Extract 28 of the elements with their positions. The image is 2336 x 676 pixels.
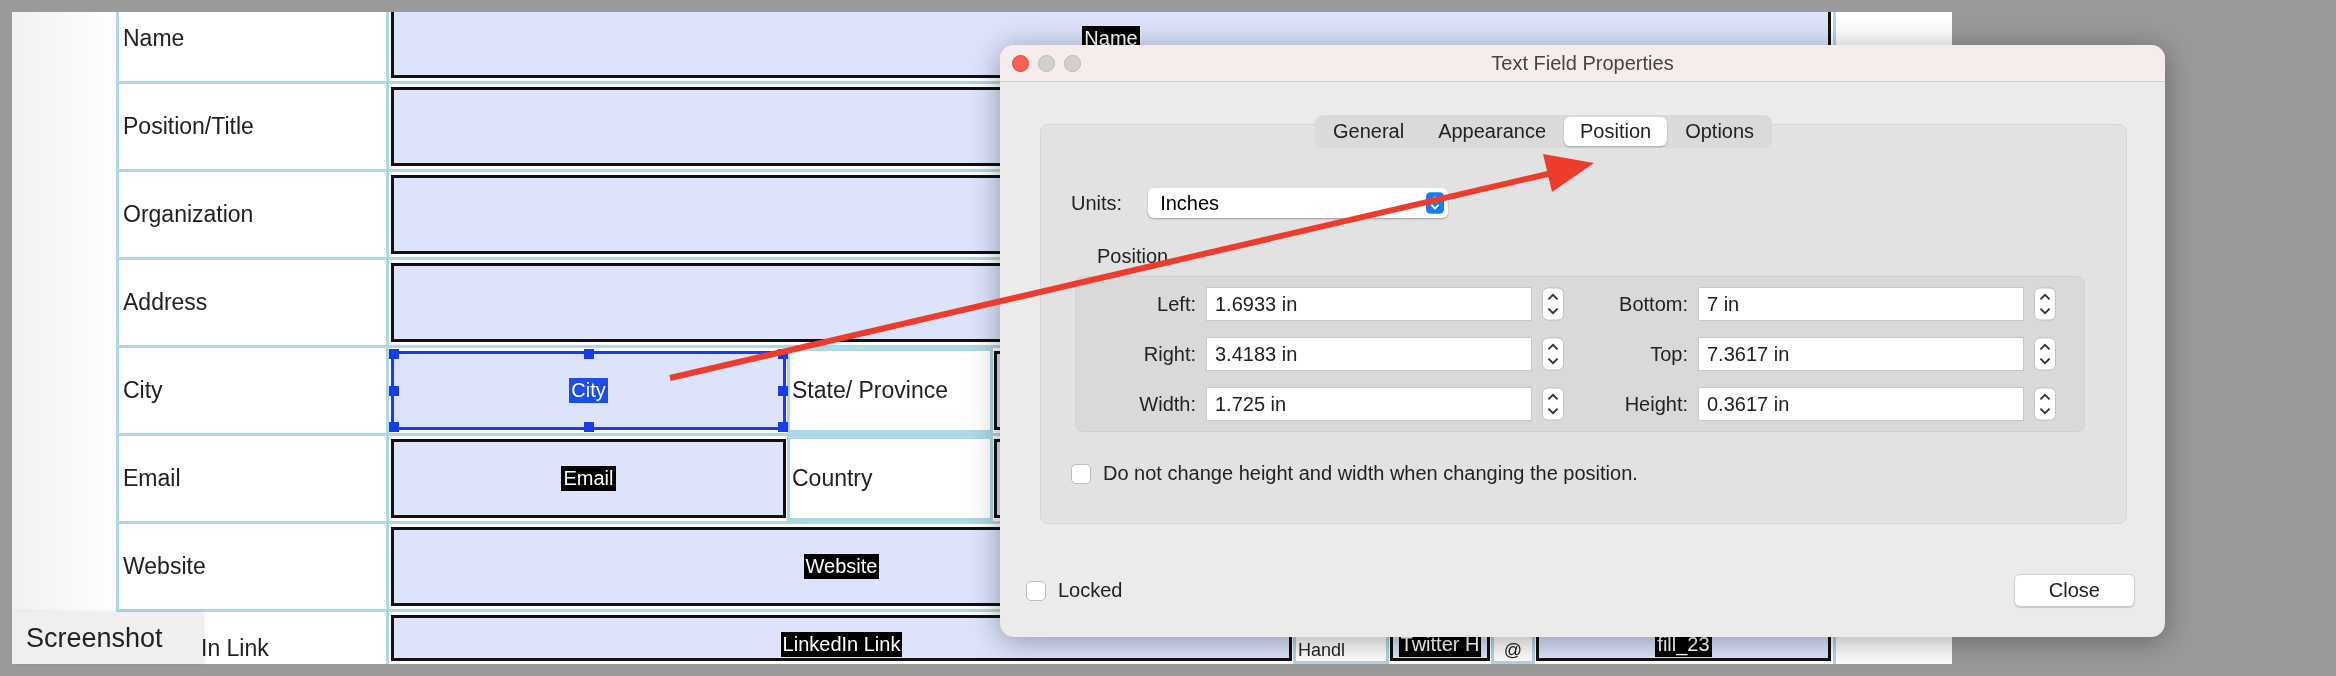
checkbox-label: Do not change height and width when changing the position. [1103,462,1638,485]
section-label: Position [1097,245,1170,268]
tooltip: Screenshot [12,612,202,664]
field-name-tag: City [569,378,608,403]
field-label: In Link [201,635,269,662]
field-label: Name [123,25,185,52]
field-label: Right: [1142,342,1196,366]
field-label: @ [1503,640,1523,661]
window-title: Text Field Properties [1491,51,1674,75]
field-label: Organization [123,201,254,228]
units-label: Units: [1071,191,1123,215]
field-label: State/ Province [792,377,948,404]
field-name-tag: LinkedIn Link [780,632,903,657]
field-label: Left: [1156,292,1196,316]
field-label: Address [123,289,208,316]
field-label: Top: [1649,342,1688,366]
field-label: Height: [1623,392,1688,416]
field-label: City [123,377,163,404]
field-label: Email [123,465,181,492]
field-name-tag: Email [561,466,616,491]
field-label: Bottom: [1618,292,1688,316]
field-label: Width: [1138,392,1196,416]
field-label: Handl [1298,640,1346,661]
field-label: Position/Title [123,113,254,140]
field-label: Website [123,553,206,580]
checkbox-label: Locked [1058,579,1123,602]
field-name-tag: Website [803,554,880,579]
field-label: Country [792,465,873,492]
